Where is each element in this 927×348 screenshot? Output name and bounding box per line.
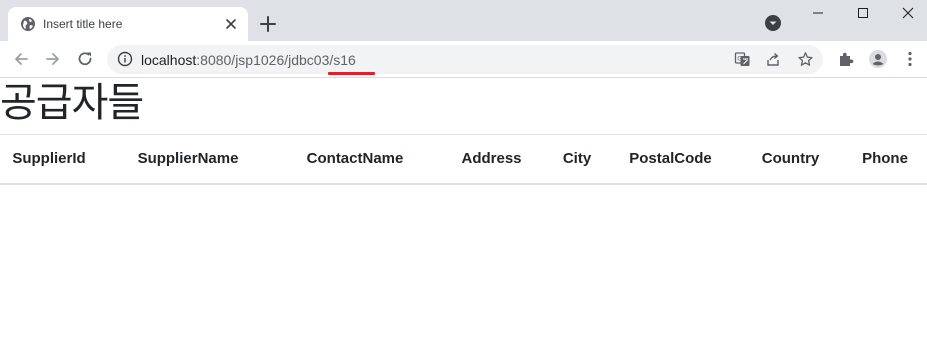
tab-title: Insert title here <box>43 17 123 31</box>
column-header-country: Country <box>738 134 843 185</box>
column-header-supplierid: SupplierId <box>0 134 98 185</box>
column-header-contactname: ContactName <box>278 134 432 185</box>
menu-kebab-icon[interactable] <box>900 49 920 69</box>
close-window-icon[interactable] <box>894 0 922 28</box>
page-title: 공급자들 <box>0 80 144 126</box>
translate-icon[interactable]: G <box>734 51 751 68</box>
profile-avatar-icon[interactable] <box>868 49 888 69</box>
address-bar[interactable]: localhost:8080/jsp1026/jdbc03/s16 G <box>107 45 823 75</box>
reload-icon[interactable] <box>75 49 95 69</box>
url-text[interactable]: localhost:8080/jsp1026/jdbc03/s16 <box>141 52 356 68</box>
table-header-row: SupplierId SupplierName ContactName Addr… <box>0 134 927 185</box>
column-header-city: City <box>551 134 603 185</box>
browser-tab[interactable]: Insert title here <box>8 7 248 41</box>
tab-strip: Insert title here <box>0 0 927 41</box>
svg-text:G: G <box>737 56 742 63</box>
maximize-icon[interactable] <box>849 0 877 28</box>
browser-toolbar: localhost:8080/jsp1026/jdbc03/s16 G <box>0 41 927 78</box>
bookmark-star-icon[interactable] <box>797 51 814 68</box>
url-highlight-underline <box>328 72 375 75</box>
tab-search-icon[interactable] <box>764 14 782 32</box>
globe-icon <box>21 17 35 31</box>
column-header-postalcode: PostalCode <box>603 134 738 185</box>
extensions-puzzle-icon[interactable] <box>836 49 856 69</box>
suppliers-table: SupplierId SupplierName ContactName Addr… <box>0 134 927 185</box>
site-info-icon[interactable] <box>117 51 133 67</box>
column-header-address: Address <box>432 134 551 185</box>
page-content: 공급자들 SupplierId SupplierName ContactName… <box>0 79 927 348</box>
new-tab-icon[interactable] <box>258 14 278 34</box>
url-host: localhost <box>141 52 197 68</box>
column-header-phone: Phone <box>843 134 927 185</box>
forward-arrow-icon[interactable] <box>43 49 63 69</box>
minimize-icon[interactable] <box>804 0 832 28</box>
share-icon[interactable] <box>765 51 782 68</box>
column-header-suppliername: SupplierName <box>98 134 278 185</box>
close-tab-icon[interactable] <box>223 16 239 32</box>
url-path: :8080/jsp1026/jdbc03/s16 <box>196 52 356 68</box>
back-arrow-icon[interactable] <box>11 49 31 69</box>
